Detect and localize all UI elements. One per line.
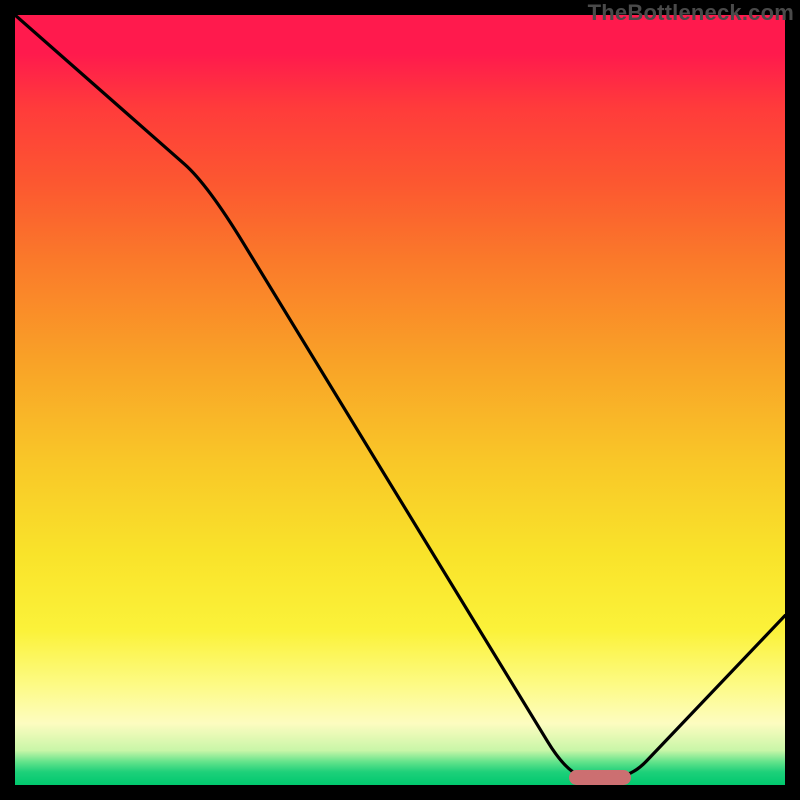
curve-path	[15, 15, 785, 777]
chart-frame: TheBottleneck.com	[0, 0, 800, 800]
optimal-marker	[569, 770, 631, 785]
attribution-label: TheBottleneck.com	[588, 0, 794, 26]
bottleneck-curve	[15, 15, 785, 785]
plot-area	[15, 15, 785, 785]
